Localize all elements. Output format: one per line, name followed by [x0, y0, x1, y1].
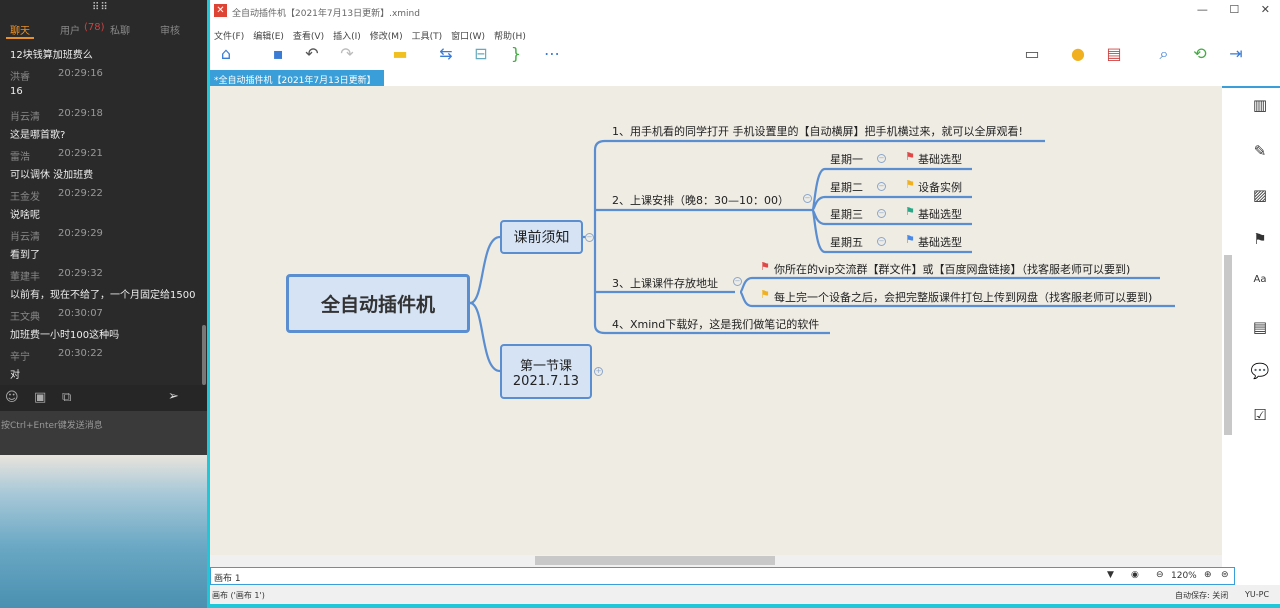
collapse-icon[interactable]: − [877, 182, 886, 191]
connector [469, 235, 501, 305]
topic-lesson-1[interactable]: 第一节课 2021.7.13 [500, 344, 592, 399]
collapse-icon[interactable]: − [585, 233, 594, 242]
collapse-icon[interactable]: − [803, 194, 812, 203]
day-topic[interactable]: 星期一 [830, 151, 863, 167]
course-topic[interactable]: 基础选型 [918, 234, 962, 250]
collapse-icon[interactable]: − [877, 209, 886, 218]
subtopic[interactable]: 3、上课课件存放地址 [612, 275, 718, 291]
collapse-icon[interactable]: − [733, 277, 742, 286]
course-topic[interactable]: 设备实例 [918, 179, 962, 195]
topic-lesson-1-title: 第一节课 [519, 358, 572, 374]
connector [469, 301, 501, 373]
flag-icon: ⚑ [760, 288, 770, 301]
storage-topic[interactable]: 你所在的vip交流群【群文件】或【百度网盘链接】（找客服老师可以要到) [774, 261, 1130, 277]
day-topic[interactable]: 星期三 [830, 206, 863, 222]
flag-icon: ⚑ [905, 205, 915, 218]
central-topic[interactable]: 全自动插件机 [286, 274, 470, 333]
collapse-icon[interactable]: − [877, 237, 886, 246]
flag-icon: ⚑ [905, 150, 915, 163]
flag-icon: ⚑ [760, 260, 770, 273]
course-topic[interactable]: 基础选型 [918, 151, 962, 167]
course-topic[interactable]: 基础选型 [918, 206, 962, 222]
subtopic[interactable]: 2、上课安排（晚8：30—10：00） [612, 192, 789, 208]
topic-pre-class[interactable]: 课前须知 [500, 220, 583, 254]
expand-icon[interactable]: + [594, 367, 603, 376]
flag-icon: ⚑ [905, 233, 915, 246]
flag-icon: ⚑ [905, 178, 915, 191]
subtopic[interactable]: 4、Xmind下载好，这是我们做笔记的软件 [612, 316, 819, 332]
collapse-icon[interactable]: − [877, 154, 886, 163]
storage-topic[interactable]: 每上完一个设备之后，会把完整版课件打包上传到网盘（找客服老师可以要到) [774, 289, 1152, 305]
day-topic[interactable]: 星期五 [830, 234, 863, 250]
subtopic[interactable]: 1、用手机看的同学打开 手机设置里的【自动横屏】把手机横过来，就可以全屏观看! [612, 123, 1023, 139]
topic-lesson-1-date: 2021.7.13 [512, 373, 580, 389]
day-topic[interactable]: 星期二 [830, 179, 863, 195]
